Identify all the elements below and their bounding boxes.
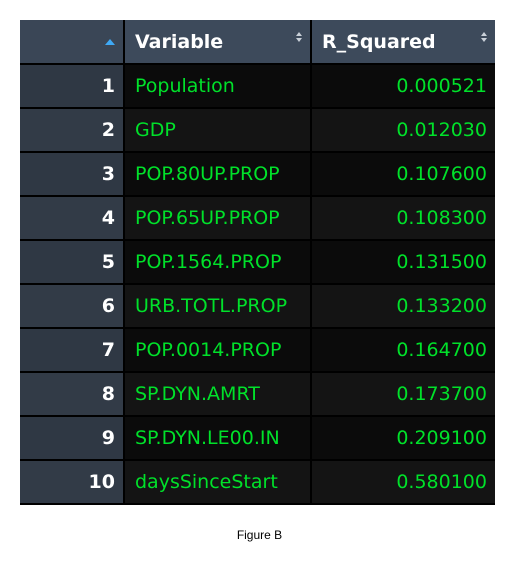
row-index-cell: 5	[20, 241, 123, 283]
r-squared-cell: 0.012030	[310, 109, 495, 151]
table-header-row: Variable R_Squared	[20, 20, 495, 65]
r-squared-cell: 0.580100	[310, 461, 495, 503]
table-row[interactable]: 9 SP.DYN.LE00.IN 0.209100	[20, 417, 495, 461]
r-squared-cell: 0.131500	[310, 241, 495, 283]
data-table: Variable R_Squared 1 Population 0.000521 2 G…	[20, 20, 495, 505]
variable-header-label: Variable	[135, 30, 224, 53]
row-index-cell: 7	[20, 329, 123, 371]
row-index-cell: 1	[20, 65, 123, 107]
sort-icon[interactable]	[296, 32, 302, 42]
variable-cell: POP.0014.PROP	[123, 329, 310, 371]
table-row[interactable]: 8 SP.DYN.AMRT 0.173700	[20, 373, 495, 417]
row-index-cell: 4	[20, 197, 123, 239]
row-index-cell: 6	[20, 285, 123, 327]
figure-caption: Figure B	[236, 528, 283, 542]
index-column-header[interactable]	[20, 20, 123, 63]
table-row[interactable]: 6 URB.TOTL.PROP 0.133200	[20, 285, 495, 329]
variable-cell: URB.TOTL.PROP	[123, 285, 310, 327]
variable-cell: Population	[123, 65, 310, 107]
r-squared-cell: 0.173700	[310, 373, 495, 415]
r-squared-cell: 0.108300	[310, 197, 495, 239]
sort-icon[interactable]	[481, 32, 487, 42]
variable-cell: POP.65UP.PROP	[123, 197, 310, 239]
row-index-cell: 10	[20, 461, 123, 503]
variable-column-header[interactable]: Variable	[123, 20, 310, 63]
variable-cell: daysSinceStart	[123, 461, 310, 503]
r-squared-cell: 0.107600	[310, 153, 495, 195]
r-squared-column-header[interactable]: R_Squared	[310, 20, 495, 63]
r-squared-header-label: R_Squared	[322, 30, 436, 53]
variable-cell: POP.80UP.PROP	[123, 153, 310, 195]
variable-cell: SP.DYN.LE00.IN	[123, 417, 310, 459]
variable-cell: GDP	[123, 109, 310, 151]
variable-cell: POP.1564.PROP	[123, 241, 310, 283]
table-row[interactable]: 2 GDP 0.012030	[20, 109, 495, 153]
table-row[interactable]: 3 POP.80UP.PROP 0.107600	[20, 153, 495, 197]
table-row[interactable]: 5 POP.1564.PROP 0.131500	[20, 241, 495, 285]
sort-ascending-icon[interactable]	[105, 38, 115, 45]
r-squared-cell: 0.133200	[310, 285, 495, 327]
row-index-cell: 8	[20, 373, 123, 415]
row-index-cell: 2	[20, 109, 123, 151]
table-row[interactable]: 1 Population 0.000521	[20, 65, 495, 109]
variable-cell: SP.DYN.AMRT	[123, 373, 310, 415]
table-row[interactable]: 7 POP.0014.PROP 0.164700	[20, 329, 495, 373]
r-squared-cell: 0.209100	[310, 417, 495, 459]
table-row[interactable]: 4 POP.65UP.PROP 0.108300	[20, 197, 495, 241]
r-squared-cell: 0.164700	[310, 329, 495, 371]
r-squared-cell: 0.000521	[310, 65, 495, 107]
row-index-cell: 9	[20, 417, 123, 459]
row-index-cell: 3	[20, 153, 123, 195]
table-row[interactable]: 10 daysSinceStart 0.580100	[20, 461, 495, 505]
